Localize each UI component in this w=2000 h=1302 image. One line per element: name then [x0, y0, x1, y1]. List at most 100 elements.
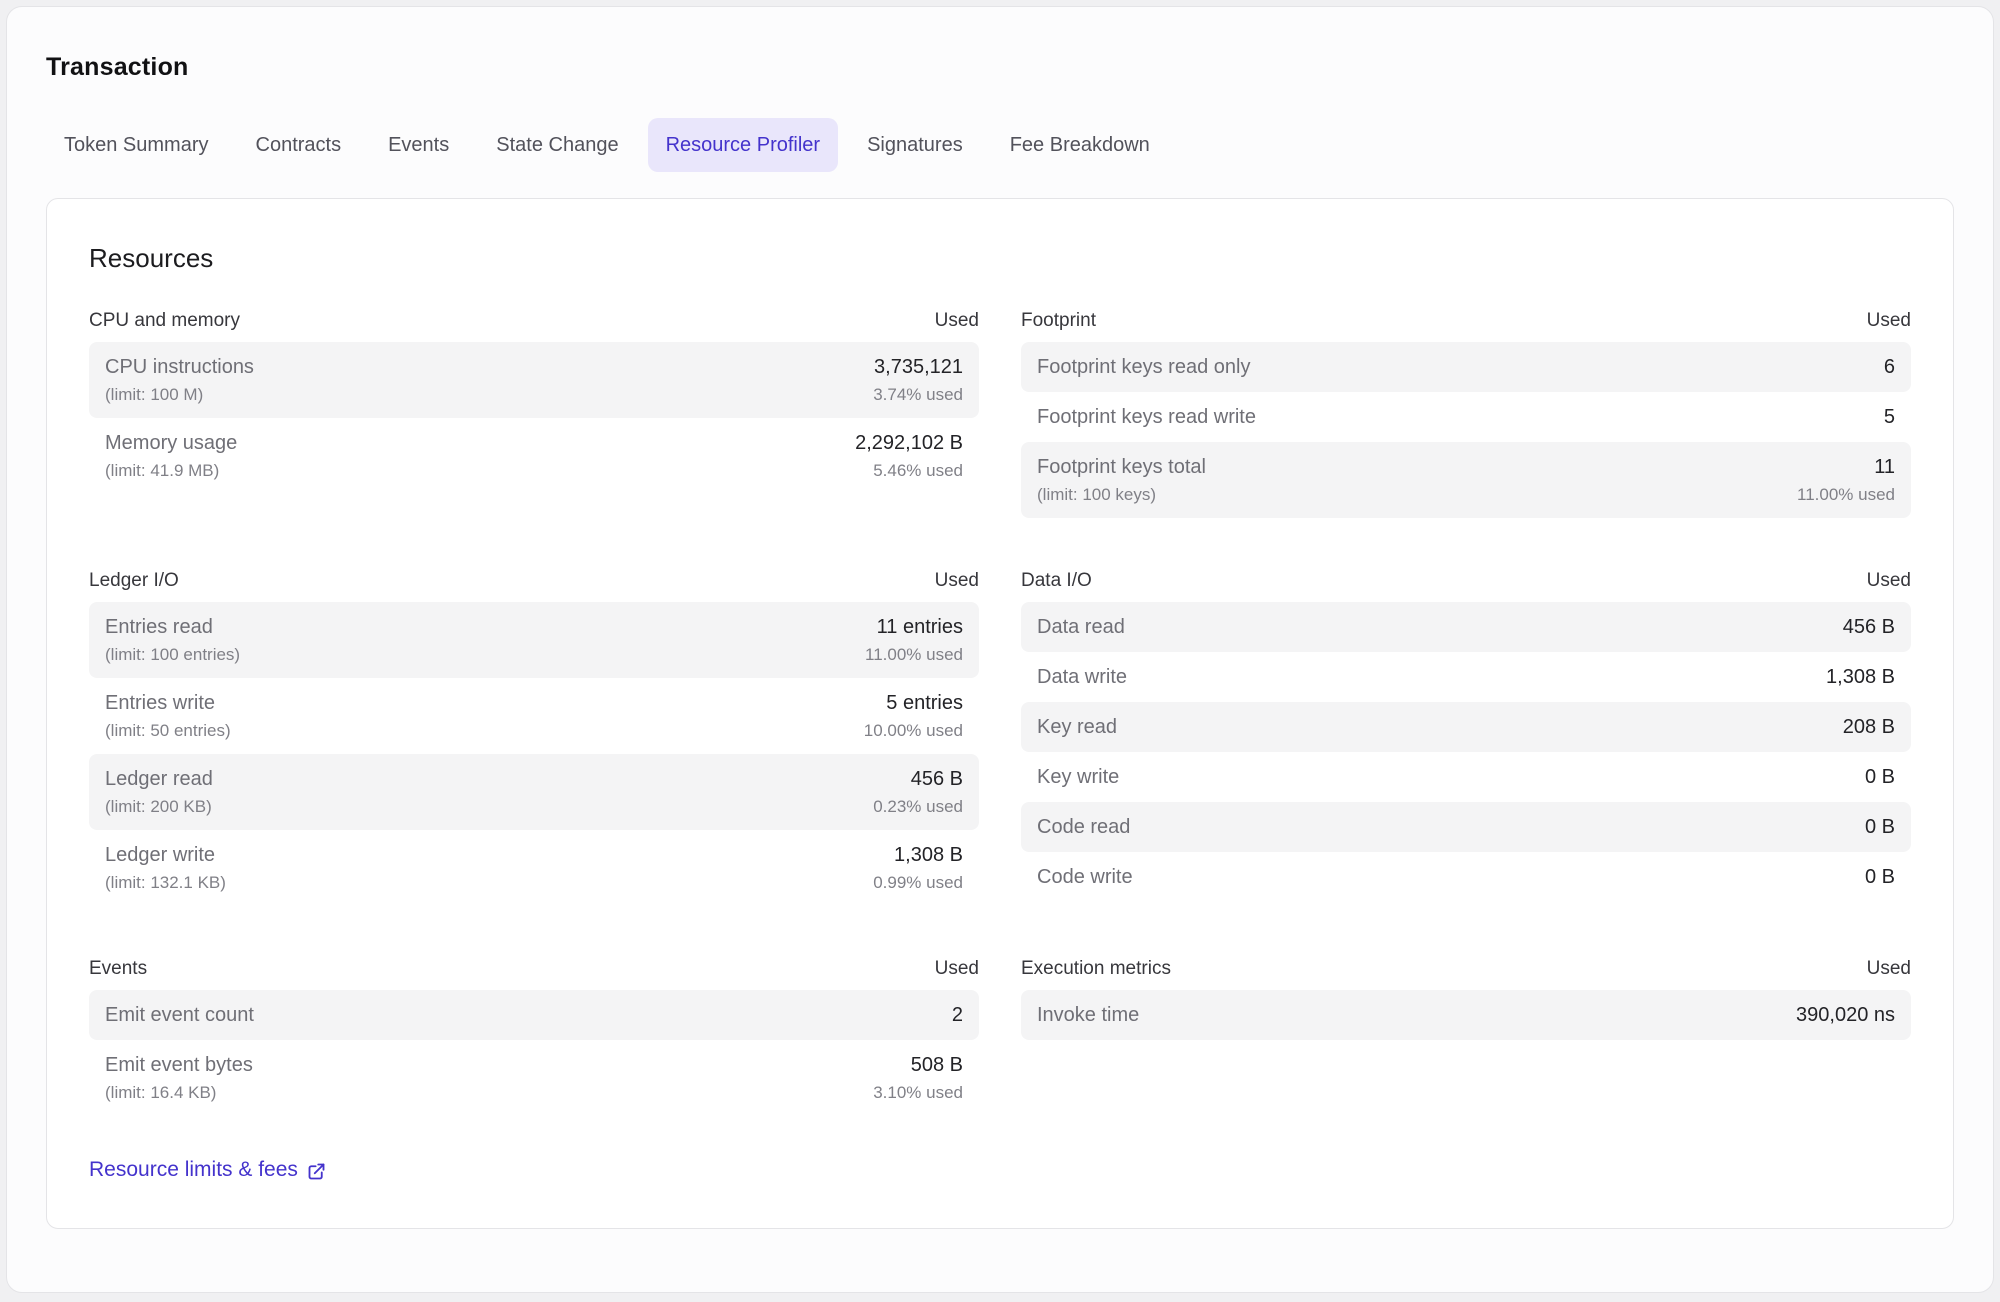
resource-rows: Invoke time390,020 ns	[1021, 990, 1911, 1040]
resource-value: 1,308 B	[1826, 664, 1895, 690]
resource-row-key-write: Key write0 B	[1021, 752, 1911, 802]
resource-label: Emit event count	[105, 1002, 254, 1028]
resource-value: 5	[1884, 404, 1895, 430]
resource-row-code-read: Code read 0 B	[1021, 802, 1911, 852]
section-name: Ledger I/O	[89, 570, 179, 592]
resource-value: 1,308 B	[894, 842, 963, 868]
resource-label: Code write	[1037, 864, 1133, 890]
resource-rows: Emit event count 2 Emit event bytes (limit:…	[89, 990, 979, 1116]
section-header: Execution metrics Used	[1021, 958, 1911, 990]
section-footprint: FootprintUsedFootprint keys read only6Fo…	[1021, 310, 1911, 518]
section-data-i-o: Data I/OUsed Data read 456 B Data write 1,30…	[1021, 570, 1911, 902]
tab-token-summary[interactable]: Token Summary	[46, 118, 227, 172]
section-header: CPU and memory Used	[89, 310, 979, 342]
section-header: Data I/OUsed	[1021, 570, 1911, 602]
resource-value: 11	[1874, 454, 1895, 480]
resource-label: Key read	[1037, 714, 1117, 740]
used-column-header: Used	[935, 958, 979, 980]
resource-value: 0 B	[1865, 764, 1895, 790]
resource-row-memory-usage: Memory usage(limit: 41.9 MB)2,292,102 B5…	[89, 418, 979, 494]
resource-percent-used: 5.46% used	[873, 459, 963, 482]
used-column-header: Used	[935, 310, 979, 332]
tab-fee-breakdown[interactable]: Fee Breakdown	[992, 118, 1168, 172]
section-header: Ledger I/O Used	[89, 570, 979, 602]
resource-percent-used: 3.74% used	[873, 383, 963, 406]
resource-value: 456 B	[911, 766, 963, 792]
resource-row-entries-write: Entries write(limit: 50 entries)5 entrie…	[89, 678, 979, 754]
tab-signatures[interactable]: Signatures	[849, 118, 981, 172]
resource-value: 208 B	[1843, 714, 1895, 740]
card-title: Resources	[89, 243, 1911, 274]
resource-rows: Data read 456 B Data write 1,308 B Key read 2…	[1021, 602, 1911, 902]
used-column-header: Used	[935, 570, 979, 592]
resource-limit-label: (limit: 132.1 KB)	[105, 871, 226, 894]
resource-label: Code read	[1037, 814, 1130, 840]
resource-row-key-read: Key read 208 B	[1021, 702, 1911, 752]
page-title: Transaction	[46, 53, 1954, 82]
section-execution-metrics: Execution metrics Used Invoke time390,020 …	[1021, 958, 1911, 1040]
used-column-header: Used	[1867, 310, 1911, 332]
section-events: Events Used Emit event count 2 Emit event by…	[89, 958, 979, 1116]
resource-label: Footprint keys total	[1037, 454, 1206, 480]
resource-percent-used: 11.00% used	[865, 643, 963, 666]
resource-value: 2	[952, 1002, 963, 1028]
resource-value: 508 B	[911, 1052, 963, 1078]
resource-label: Footprint keys read write	[1037, 404, 1256, 430]
resource-limit-label: (limit: 100 entries)	[105, 643, 240, 666]
resource-label: Memory usage	[105, 430, 237, 456]
resource-percent-used: 0.23% used	[873, 795, 963, 818]
resources-card: Resources CPU and memory Used CPU instruct…	[46, 198, 1954, 1229]
resource-percent-used: 11.00% used	[1797, 483, 1895, 506]
resource-percent-used: 3.10% used	[873, 1081, 963, 1104]
resource-value: 0 B	[1865, 864, 1895, 890]
resource-limits-link[interactable]: Resource limits & fees	[89, 1158, 327, 1182]
resource-limit-label: (limit: 41.9 MB)	[105, 459, 237, 482]
external-link-icon	[306, 1161, 327, 1182]
resource-limit-label: (limit: 100 M)	[105, 383, 254, 406]
tab-state-change[interactable]: State Change	[478, 118, 636, 172]
resource-row-invoke-time: Invoke time390,020 ns	[1021, 990, 1911, 1040]
resource-label: Data write	[1037, 664, 1127, 690]
resource-row-cpu-instructions: CPU instructions(limit: 100 M)3,735,1213…	[89, 342, 979, 418]
tab-contracts[interactable]: Contracts	[238, 118, 360, 172]
tab-bar: Token SummaryContractsEventsState Change…	[46, 118, 1954, 172]
resource-label: Ledger read	[105, 766, 213, 792]
resource-rows: Entries read(limit: 100 entries)11 entri…	[89, 602, 979, 906]
section-name: CPU and memory	[89, 310, 240, 332]
section-ledger-i-o: Ledger I/O Used Entries read(limit: 100 en…	[89, 570, 979, 906]
used-column-header: Used	[1867, 958, 1911, 980]
section-cpu-and-memory: CPU and memory Used CPU instructions (limit…	[89, 310, 979, 494]
resource-row-code-write: Code write 0 B	[1021, 852, 1911, 902]
section-name: Execution metrics	[1021, 958, 1171, 980]
tab-resource-profiler[interactable]: Resource Profiler	[648, 118, 839, 172]
tab-events[interactable]: Events	[370, 118, 467, 172]
resource-value: 11 entries	[877, 614, 963, 640]
resource-value: 0 B	[1865, 814, 1895, 840]
resource-row-ledger-write: Ledger write(limit: 132.1 KB)1,308 B0.99…	[89, 830, 979, 906]
used-column-header: Used	[1867, 570, 1911, 592]
resource-label: CPU instructions	[105, 354, 254, 380]
resource-row-footprint-keys-read-only: Footprint keys read only 6	[1021, 342, 1911, 392]
section-name: Events	[89, 958, 147, 980]
resource-row-emit-event-bytes: Emit event bytes (limit: 16.4 KB) 508 B 3.1…	[89, 1040, 979, 1116]
resource-rows: CPU instructions(limit: 100 M)3,735,1213…	[89, 342, 979, 494]
resource-limit-label: (limit: 16.4 KB)	[105, 1081, 253, 1104]
resource-row-emit-event-count: Emit event count 2	[89, 990, 979, 1040]
section-header: FootprintUsed	[1021, 310, 1911, 342]
resource-limit-label: (limit: 100 keys)	[1037, 483, 1206, 506]
resource-label: Invoke time	[1037, 1002, 1139, 1028]
resource-percent-used: 10.00% used	[864, 719, 963, 742]
resource-label: Emit event bytes	[105, 1052, 253, 1078]
resource-row-data-write: Data write 1,308 B	[1021, 652, 1911, 702]
resource-label: Data read	[1037, 614, 1125, 640]
resource-value: 456 B	[1843, 614, 1895, 640]
resource-row-footprint-keys-read-write: Footprint keys read write 5	[1021, 392, 1911, 442]
resource-value: 6	[1884, 354, 1895, 380]
resource-rows: Footprint keys read only6Footprint keys …	[1021, 342, 1911, 518]
resource-value: 5 entries	[886, 690, 963, 716]
resource-label: Footprint keys read only	[1037, 354, 1250, 380]
resource-row-footprint-keys-total: Footprint keys total (limit: 100 keys) 11 1…	[1021, 442, 1911, 518]
transaction-panel: Transaction Token SummaryContractsEvents…	[6, 6, 1994, 1293]
resource-limit-label: (limit: 50 entries)	[105, 719, 231, 742]
resource-limit-label: (limit: 200 KB)	[105, 795, 213, 818]
